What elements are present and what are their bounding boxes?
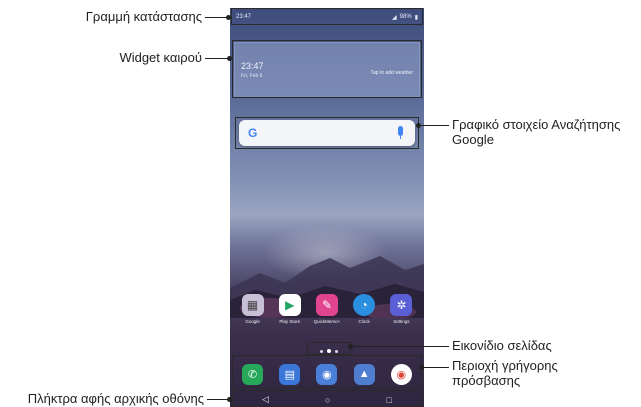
status-bar-frame [231,8,423,25]
app-label: Play Store [279,319,301,324]
leader-dot [416,123,421,128]
weather-widget-frame [232,40,422,98]
callout-google-search-line1: Γραφικό στοιχείο Αναζήτησης [452,117,621,132]
leader-line [422,367,449,368]
callout-quick-access-line1: Περιοχή γρήγορης [452,358,558,373]
leader-dot [348,344,353,349]
callout-status-bar: Γραμμή κατάστασης [85,9,202,24]
app-label: Google [245,319,260,324]
play-store-icon: ▶ [278,294,301,316]
leader-dot [226,15,231,20]
app-row: ▦ Google ▶ Play Store ✎ QuickMemo+ ◔ Clo… [234,294,420,330]
app-quickmemo[interactable]: ✎ QuickMemo+ [311,294,343,330]
app-clock[interactable]: ◔ Clock [348,294,380,330]
quick-access-frame [232,355,422,388]
callout-google-search-widget: Γραφικό στοιχείο Αναζήτησης Google [452,117,620,147]
callout-quick-access: Περιοχή γρήγορης πρόσβασης [452,358,558,388]
app-label: Clock [358,319,370,324]
gear-icon: ✲ [390,294,413,316]
callout-home-touch-buttons: Πλήκτρα αφής αρχικής οθόνης [27,391,204,406]
callout-quick-access-line2: πρόσβασης [452,373,521,388]
app-label: Settings [393,319,410,324]
pencil-icon: ✎ [315,294,338,316]
callout-google-search-line2: Google [452,132,494,147]
app-google-folder[interactable]: ▦ Google [237,294,269,330]
nav-keys-frame [232,390,422,407]
search-widget-frame [235,117,419,149]
app-settings[interactable]: ✲ Settings [385,294,417,330]
leader-dot [227,397,232,402]
folder-icon: ▦ [241,294,264,316]
clock-icon: ◔ [353,294,376,316]
leader-dot [419,365,424,370]
callout-page-icon: Εικονίδιο σελίδας [452,338,552,353]
app-label: QuickMemo+ [313,319,341,324]
leader-dot [227,56,232,61]
app-play-store[interactable]: ▶ Play Store [274,294,306,330]
leader-line [351,346,449,347]
page-icon-frame [307,342,351,355]
leader-line [419,125,449,126]
callout-weather-widget: Widget καιρού [119,50,202,65]
